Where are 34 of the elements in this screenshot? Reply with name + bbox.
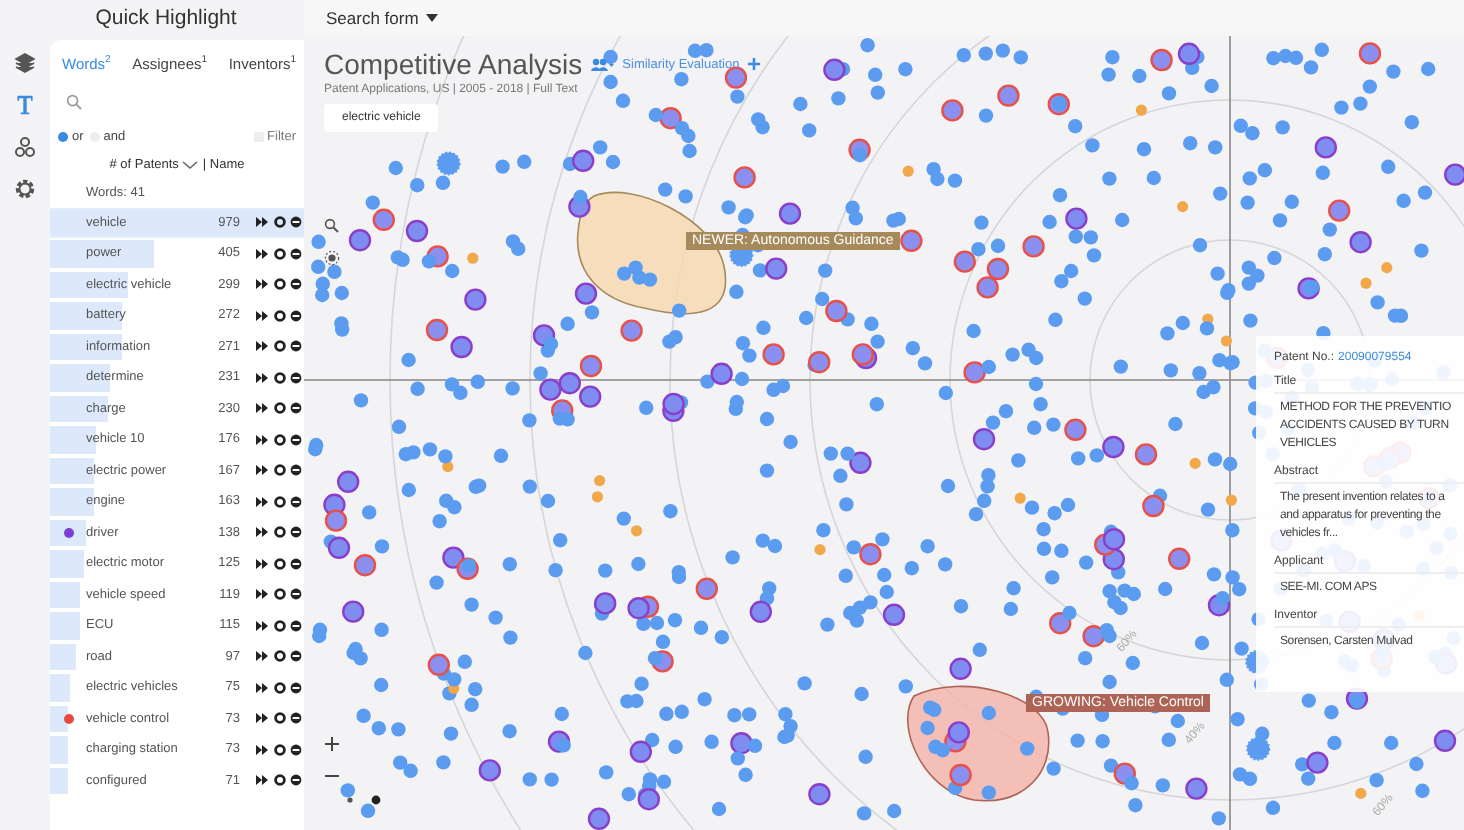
word-actions-icon[interactable] bbox=[256, 433, 304, 446]
word-actions-icon[interactable] bbox=[256, 216, 304, 229]
cluster-icon[interactable] bbox=[14, 136, 36, 158]
word-actions-icon[interactable] bbox=[256, 495, 304, 508]
word-actions-icon[interactable] bbox=[256, 619, 304, 632]
word-actions-icon[interactable] bbox=[256, 278, 304, 291]
text-tool-icon[interactable] bbox=[14, 94, 36, 116]
word-actions-icon[interactable] bbox=[256, 588, 304, 601]
search-form-menu[interactable]: Search form bbox=[326, 8, 419, 28]
target-icon[interactable] bbox=[324, 250, 340, 266]
zoom-in-icon[interactable] bbox=[324, 736, 340, 752]
zoom-icon[interactable] bbox=[324, 218, 340, 234]
word-actions-icon[interactable] bbox=[256, 712, 304, 725]
word-actions-icon[interactable] bbox=[256, 309, 304, 322]
word-actions-icon[interactable] bbox=[256, 743, 304, 756]
word-actions-icon[interactable] bbox=[256, 650, 304, 663]
word-actions-icon[interactable] bbox=[256, 557, 304, 570]
word-actions-icon[interactable] bbox=[256, 526, 304, 539]
caret-icon[interactable] bbox=[426, 14, 439, 22]
word-actions-icon[interactable] bbox=[256, 681, 304, 694]
panel-title: Quick Highlight bbox=[93, 4, 237, 34]
word-actions-icon[interactable] bbox=[256, 464, 304, 477]
group-icon[interactable] bbox=[590, 57, 615, 71]
word-actions-icon[interactable] bbox=[256, 774, 304, 787]
add-icon[interactable] bbox=[747, 58, 760, 70]
layers-icon[interactable] bbox=[14, 52, 36, 74]
word-actions-icon[interactable] bbox=[256, 247, 304, 260]
search-icon bbox=[66, 93, 82, 109]
settings-icon[interactable] bbox=[14, 178, 36, 200]
word-actions-icon[interactable] bbox=[256, 371, 304, 384]
analysis-title: Competitive Analysis bbox=[324, 48, 583, 80]
caret-icon[interactable] bbox=[182, 159, 199, 169]
word-actions-icon[interactable] bbox=[256, 402, 304, 415]
word-actions-icon[interactable] bbox=[256, 340, 304, 353]
